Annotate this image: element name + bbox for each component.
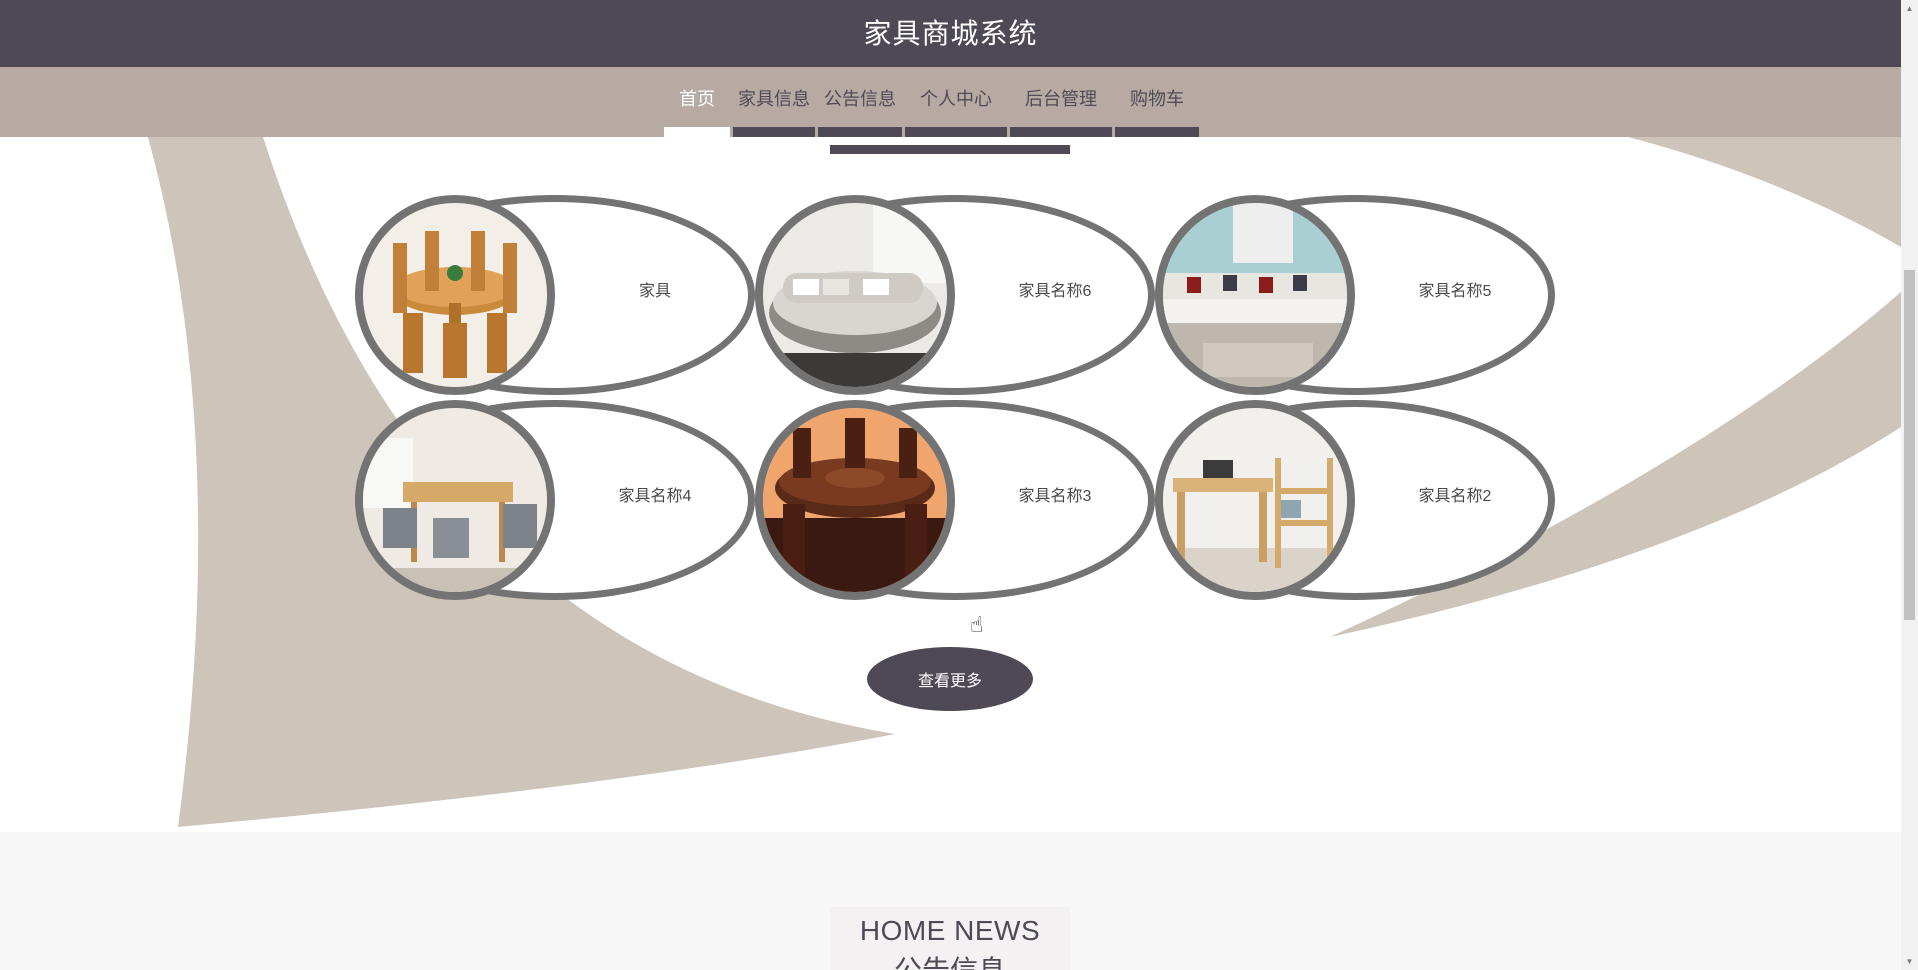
furniture-card[interactable]: 家具 (355, 195, 755, 395)
news-title-cn: 公告信息 (830, 949, 1070, 970)
view-more-button[interactable]: 查看更多 (867, 647, 1033, 711)
furniture-name: 家具名称3 (1018, 488, 1092, 505)
furniture-card[interactable]: 家具名称4 (355, 400, 755, 600)
furniture-card[interactable]: 家具名称2 (1155, 400, 1555, 600)
furniture-name: 家具名称5 (1418, 283, 1492, 300)
main-nav: 首页 家具信息 公告信息 个人中心 后台管理 购物车 (0, 67, 1901, 137)
round-bed-image (755, 195, 955, 395)
furniture-card[interactable]: 家具名称6 (755, 195, 1155, 395)
nav-underline (664, 127, 730, 137)
round-dining-table-image (355, 195, 555, 395)
nav-item-label: 个人中心 (920, 89, 992, 109)
desk-shelf-image (1155, 400, 1355, 600)
nav-item-label: 家具信息 (738, 89, 810, 109)
nav-underline (818, 127, 902, 137)
furniture-card[interactable]: 家具名称3 (755, 400, 1155, 600)
nav-underline (733, 127, 815, 137)
vertical-scrollbar[interactable]: ▲ ▼ (1901, 0, 1918, 970)
hand-cursor-icon: ☝ (970, 612, 984, 637)
scroll-down-arrow-icon[interactable]: ▼ (1901, 953, 1918, 970)
nav-item-label: 购物车 (1130, 89, 1184, 109)
nav-item-label: 首页 (679, 89, 715, 109)
page: 家具商城系统 首页 家具信息 公告信息 个人中心 后台管理 购物车 家具 家具名… (0, 0, 1918, 970)
furniture-name: 家具名称4 (618, 488, 692, 505)
scroll-thumb[interactable] (1904, 270, 1915, 620)
nav-item-label: 后台管理 (1025, 89, 1097, 109)
section-title-bar (830, 145, 1070, 154)
nav-item-home[interactable]: 首页 (664, 67, 730, 137)
nav-item-admin[interactable]: 后台管理 (1010, 67, 1112, 137)
nav-underline (1010, 127, 1112, 137)
mahogany-table-image (755, 400, 955, 600)
news-title-box: HOME NEWS 公告信息 (830, 907, 1070, 970)
site-title: 家具商城系统 (863, 17, 1038, 49)
furniture-card[interactable]: 家具名称5 (1155, 195, 1555, 395)
furniture-section: 家具 家具名称6 家具名称5 家具名称4 家具名称3 家具名称2 查看更多 ☝ (0, 137, 1901, 832)
sectional-sofa-image (1155, 195, 1355, 395)
dining-set-image (355, 400, 555, 600)
nav-item-cart[interactable]: 购物车 (1115, 67, 1199, 137)
nav-underline (905, 127, 1007, 137)
furniture-name: 家具名称6 (1018, 283, 1092, 300)
nav-item-label: 公告信息 (824, 89, 896, 109)
nav-item-notices[interactable]: 公告信息 (818, 67, 902, 137)
nav-underline (1115, 127, 1199, 137)
nav-item-profile[interactable]: 个人中心 (905, 67, 1007, 137)
furniture-name: 家具名称2 (1418, 488, 1492, 505)
news-section: HOME NEWS 公告信息 (0, 832, 1901, 970)
furniture-name: 家具 (638, 283, 671, 300)
scroll-up-arrow-icon[interactable]: ▲ (1901, 0, 1918, 17)
site-header: 家具商城系统 (0, 0, 1901, 67)
news-title-en: HOME NEWS (859, 915, 1041, 946)
nav-item-furniture[interactable]: 家具信息 (733, 67, 815, 137)
